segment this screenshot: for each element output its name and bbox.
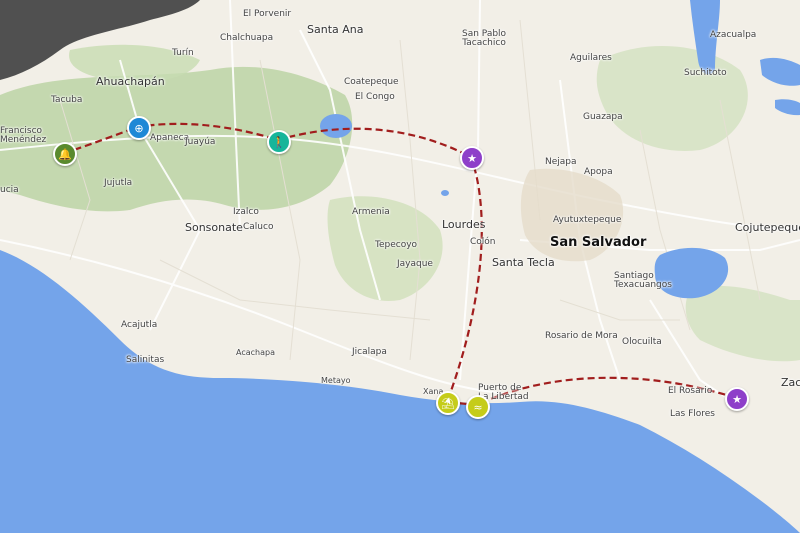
place-label-san-pablo-tacachico: San Pablo Tacachico	[462, 29, 507, 48]
place-label-apopa: Apopa	[584, 167, 613, 177]
place-label-cojutepeque: Cojutepeque	[735, 221, 800, 234]
place-label-jujutla: Jujutla	[104, 178, 133, 188]
star-icon[interactable]: ★	[725, 387, 749, 411]
place-label-tepecoyo: Tepecoyo	[375, 240, 418, 250]
place-label-salinitas: Salinitas	[126, 355, 165, 365]
place-label-ahuachapan: Ahuachapán	[96, 75, 165, 88]
lake-coatepeque	[320, 114, 352, 138]
place-label-las-flores: Las Flores	[670, 409, 715, 419]
place-label-santiago-texacuangos: Santiago Texacuangos	[614, 271, 672, 290]
place-label-aguilares: Aguilares	[570, 53, 612, 63]
place-label-tacuba: Tacuba	[51, 95, 83, 105]
place-label-suchitoto: Suchitoto	[684, 68, 727, 78]
place-label-sonsonate: Sonsonate	[185, 221, 243, 234]
place-label-armenia: Armenia	[352, 207, 390, 217]
star-icon[interactable]: ★	[460, 146, 484, 170]
place-label-san-salvador: San Salvador	[550, 235, 647, 250]
place-label-olocuilta: Olocuilta	[622, 337, 662, 347]
place-label-chalchuapa: Chalchuapa	[220, 33, 274, 43]
beach-umbrella-icon[interactable]: ⛱	[436, 391, 460, 415]
place-label-francisco-menendez: Francisco Menéndez	[0, 126, 47, 145]
place-label-el-congo: El Congo	[355, 92, 395, 102]
place-label-santa-tecla: Santa Tecla	[492, 256, 555, 269]
place-label-guazapa: Guazapa	[583, 112, 623, 122]
place-label-lourdes: Lourdes	[442, 218, 486, 231]
place-label-rosario-de-mora: Rosario de Mora	[545, 331, 618, 341]
place-label-turin: Turín	[172, 48, 194, 58]
globe-icon[interactable]: ⊕	[127, 116, 151, 140]
place-label-colon: Colón	[470, 237, 496, 247]
place-label-caluco: Caluco	[243, 222, 274, 232]
place-label-ucia: ucia	[0, 185, 19, 195]
place-label-izalco: Izalco	[233, 207, 259, 217]
place-label-zaca: Zaca	[781, 376, 800, 389]
place-label-metayo: Metayo	[321, 376, 351, 385]
place-label-jayaque: Jayaque	[397, 259, 433, 269]
place-label-ayutuxtepeque: Ayutuxtepeque	[553, 215, 622, 225]
small-lake	[441, 190, 449, 196]
place-label-santa-ana: Santa Ana	[307, 23, 364, 36]
place-label-el-porvenir: El Porvenir	[243, 9, 292, 19]
surf-icon[interactable]: ≈	[466, 395, 490, 419]
place-label-jicalapa: Jicalapa	[352, 347, 387, 357]
place-label-juayua: Juayúa	[185, 137, 216, 147]
place-label-el-rosario: El Rosario	[668, 386, 713, 396]
map-canvas[interactable]: El Porvenir Chalchuapa Santa Ana San Pab…	[0, 0, 800, 533]
place-label-azacualpa: Azacualpa	[710, 30, 757, 40]
place-label-acajutla: Acajutla	[121, 320, 158, 330]
place-label-apaneca: Apaneca	[150, 133, 190, 143]
place-label-acachapa: Acachapa	[236, 348, 275, 357]
place-label-coatepeque: Coatepeque	[344, 77, 399, 87]
place-label-nejapa: Nejapa	[545, 157, 577, 167]
bell-icon[interactable]: 🔔	[53, 142, 77, 166]
hiker-icon[interactable]: 🚶	[267, 130, 291, 154]
